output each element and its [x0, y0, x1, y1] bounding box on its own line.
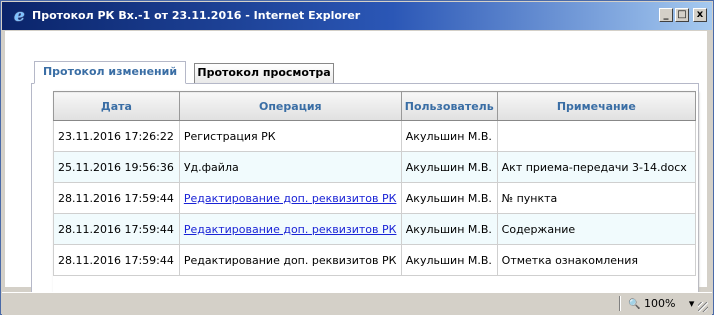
table-row: 25.11.2016 19:56:36 Уд.файла Акульшин М.…: [53, 151, 697, 183]
cell-note: Акт приема-передачи 3-14.docx: [496, 151, 697, 183]
maximize-button[interactable]: □: [675, 8, 689, 22]
chevron-down-icon[interactable]: ▾: [689, 297, 695, 310]
protocol-table: Дата Операция Пользователь Примечание 23…: [53, 91, 697, 276]
cell-date: 28.11.2016 17:59:44: [53, 244, 180, 276]
cell-note: Содержание: [496, 213, 697, 245]
browser-window: e Протокол РК Вх.-1 от 23.11.2016 - Inte…: [0, 0, 714, 315]
column-header-note[interactable]: Примечание: [496, 91, 697, 121]
tab-change-log[interactable]: Протокол изменений: [34, 61, 186, 84]
cell-note: Отметка ознакомления: [496, 244, 697, 276]
zoom-control[interactable]: 🔍 100% ▾: [628, 297, 694, 312]
resize-grip[interactable]: [698, 302, 708, 312]
cell-note: [496, 120, 697, 152]
status-separator: [619, 296, 621, 311]
cell-user: Акульшин М.В.: [400, 244, 498, 276]
column-header-operation[interactable]: Операция: [178, 91, 402, 121]
operation-link[interactable]: Редактирование доп. реквизитов РК: [184, 192, 397, 205]
cell-note: № пункта: [496, 182, 697, 214]
status-bar: 🔍 100% ▾: [2, 292, 712, 315]
cell-date: 28.11.2016 17:59:44: [53, 213, 180, 245]
column-header-date[interactable]: Дата: [53, 91, 180, 121]
table-row: 28.11.2016 17:59:44 Редактирование доп. …: [53, 182, 697, 214]
cell-operation: Редактирование доп. реквизитов РК: [178, 244, 402, 276]
cell-operation: Регистрация РК: [178, 120, 402, 152]
cell-user: Акульшин М.В.: [400, 182, 498, 214]
zoom-icon: 🔍: [628, 299, 641, 310]
window-title: Протокол РК Вх.-1 от 23.11.2016 - Intern…: [32, 9, 361, 22]
tab-view-log[interactable]: Протокол просмотра: [194, 63, 334, 83]
column-header-user[interactable]: Пользователь: [400, 91, 498, 121]
operation-link[interactable]: Редактирование доп. реквизитов РК: [184, 223, 397, 236]
cell-user: Акульшин М.В.: [400, 213, 498, 245]
title-bar[interactable]: e Протокол РК Вх.-1 от 23.11.2016 - Inte…: [2, 2, 712, 30]
table-row: 28.11.2016 17:59:44 Редактирование доп. …: [53, 213, 697, 245]
close-button[interactable]: x: [693, 8, 707, 22]
zoom-level: 100%: [643, 297, 676, 310]
cell-date: 28.11.2016 17:59:44: [53, 182, 180, 214]
cell-operation: Уд.файла: [178, 151, 402, 183]
cell-date: 25.11.2016 19:56:36: [53, 151, 180, 183]
table-row: 23.11.2016 17:26:22 Регистрация РК Акуль…: [53, 120, 697, 152]
table-header-row: Дата Операция Пользователь Примечание: [53, 91, 697, 121]
minimize-button[interactable]: _: [659, 8, 673, 22]
page-content: Протокол изменений Протокол просмотра Да…: [5, 31, 707, 307]
cell-date: 23.11.2016 17:26:22: [53, 120, 180, 152]
cell-user: Акульшин М.В.: [400, 151, 498, 183]
cell-operation: Редактирование доп. реквизитов РК: [178, 182, 402, 214]
internet-explorer-icon: e: [14, 6, 25, 26]
cell-operation: Редактирование доп. реквизитов РК: [178, 213, 402, 245]
table-row: 28.11.2016 17:59:44 Редактирование доп. …: [53, 244, 697, 276]
cell-user: Акульшин М.В.: [400, 120, 498, 152]
